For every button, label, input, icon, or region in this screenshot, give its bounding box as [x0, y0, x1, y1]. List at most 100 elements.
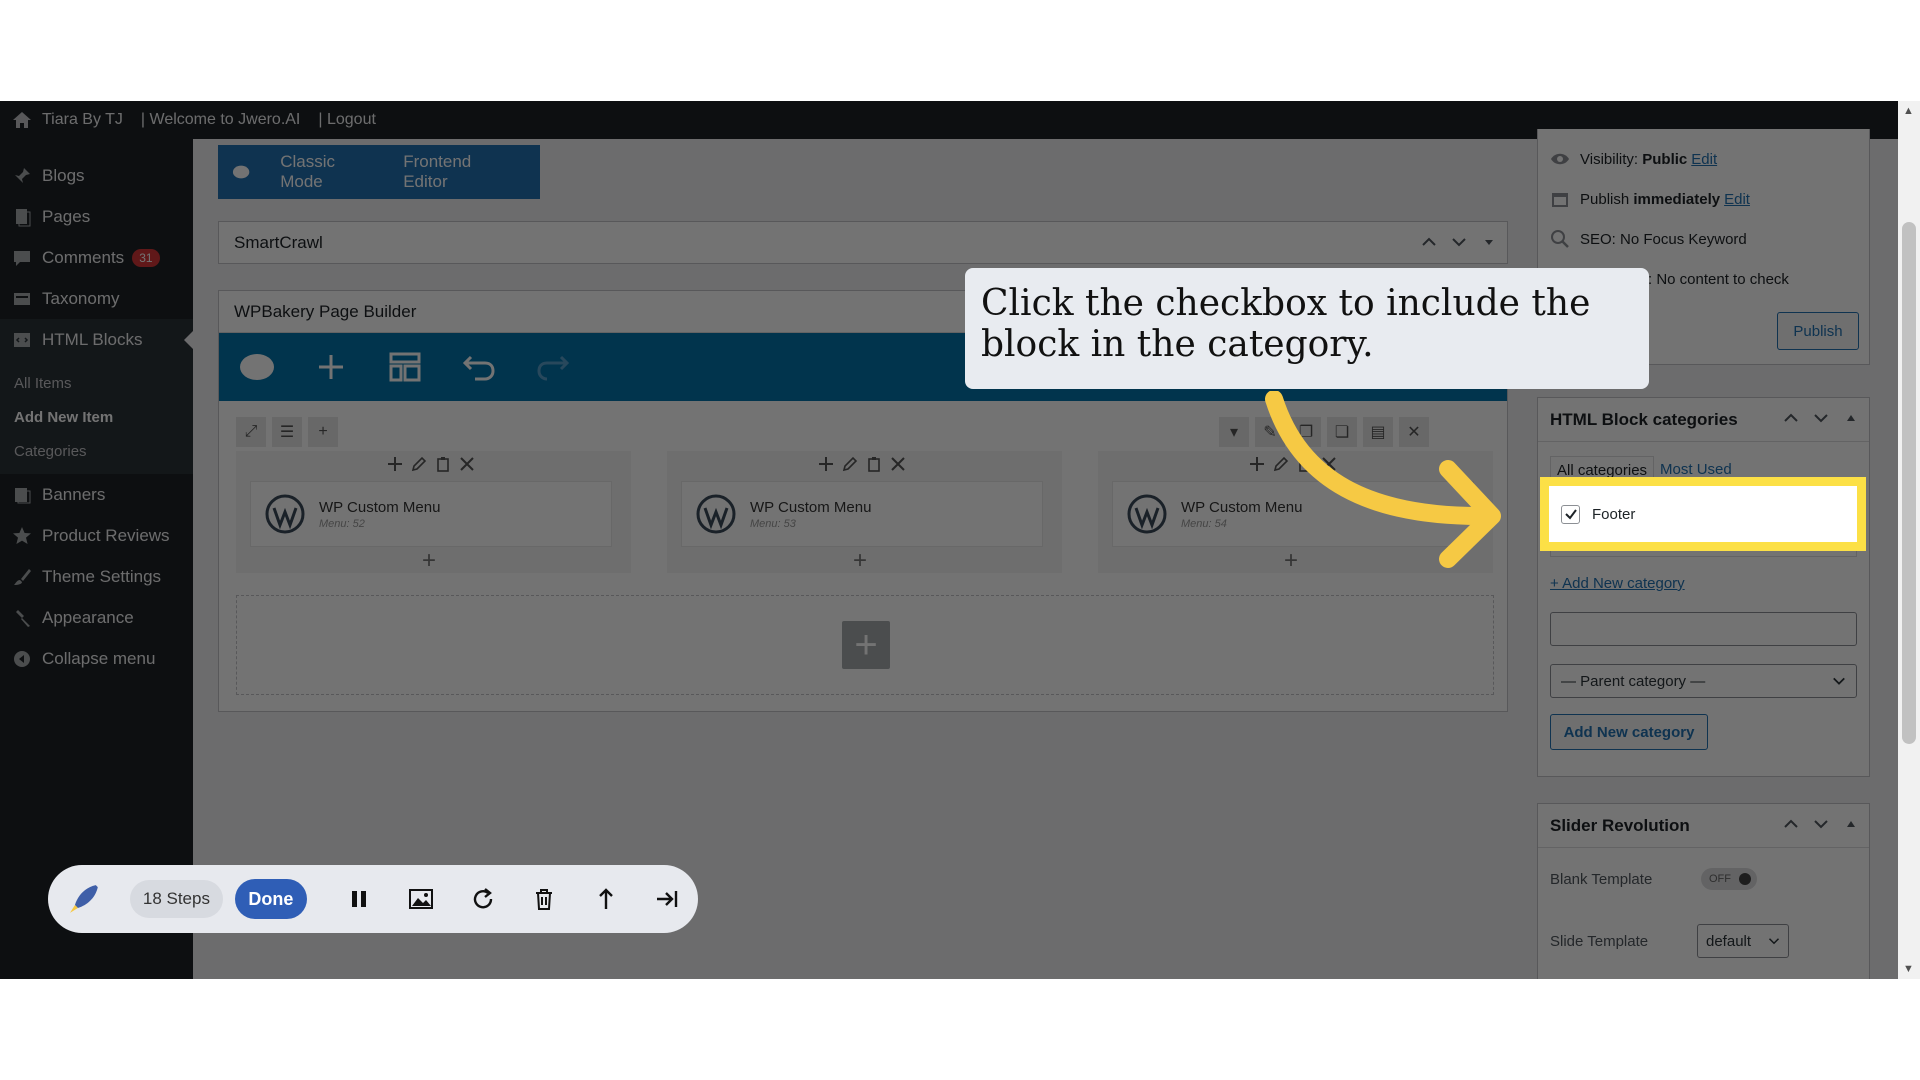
- redo-icon[interactable]: [535, 351, 571, 383]
- delete-step-button[interactable]: [513, 886, 575, 912]
- templates-icon[interactable]: [387, 351, 423, 383]
- close-icon[interactable]: [889, 455, 907, 473]
- caret-up-icon[interactable]: [1843, 816, 1859, 832]
- tutorial-callout: Click the checkbox to include the block …: [965, 268, 1649, 389]
- chevron-down-icon[interactable]: [1813, 816, 1829, 832]
- column-2: WP Custom Menu Menu: 53 +: [667, 451, 1062, 575]
- scrollbar-thumb[interactable]: [1902, 222, 1916, 744]
- slide-template-select[interactable]: default: [1697, 924, 1789, 958]
- footer-category-label: Footer: [1592, 505, 1636, 523]
- scroll-up-icon[interactable]: ▲: [1903, 105, 1914, 117]
- collapse-icon: [14, 650, 30, 667]
- expand-icon[interactable]: ⤢: [236, 417, 266, 447]
- redo-step-button[interactable]: [452, 886, 514, 912]
- add-column-icon[interactable]: +: [308, 417, 338, 447]
- skip-end-button[interactable]: [636, 886, 698, 912]
- banners-icon: [15, 487, 31, 503]
- welcome-link[interactable]: | Welcome to Jwero.AI: [141, 111, 300, 129]
- row-controls-left: ⤢ ☰ +: [236, 417, 338, 447]
- chevron-up-icon[interactable]: [1783, 816, 1799, 832]
- sidebar-item-html-blocks[interactable]: HTML Blocks: [0, 319, 193, 360]
- sidebar-item-label: Product Reviews: [42, 525, 170, 545]
- chevron-down-icon[interactable]: [1813, 410, 1829, 426]
- add-element-icon[interactable]: [313, 351, 349, 383]
- sidebar-item-theme-settings[interactable]: Theme Settings: [0, 556, 193, 597]
- pause-button[interactable]: [329, 886, 391, 912]
- close-icon[interactable]: [458, 455, 476, 473]
- home-icon[interactable]: [12, 110, 32, 130]
- smartcrawl-box: SmartCrawl: [218, 221, 1508, 264]
- chevron-down-icon: [1768, 938, 1780, 945]
- sidebar-item-label: Collapse menu: [42, 648, 156, 668]
- trash-icon: [536, 889, 553, 910]
- category-item-footer[interactable]: Footer: [1549, 486, 1857, 542]
- submenu-all-items[interactable]: All Items: [0, 366, 193, 400]
- sidebar-item-banners[interactable]: Banners: [0, 474, 193, 515]
- sidebar-collapse-menu[interactable]: Collapse menu: [0, 638, 193, 679]
- screen: Tiara By TJ | Welcome to Jwero.AI | Logo…: [0, 101, 1920, 979]
- add-new-category-link[interactable]: + Add New category: [1538, 575, 1869, 592]
- caret-down-icon[interactable]: ▾: [1219, 417, 1249, 447]
- chevron-up-icon[interactable]: [1783, 410, 1799, 426]
- sidebar-item-taxonomy[interactable]: Taxonomy: [0, 278, 193, 319]
- site-name-link[interactable]: Tiara By TJ: [42, 111, 123, 129]
- submenu-add-new-item[interactable]: Add New Item: [0, 400, 193, 434]
- sidebar-item-pages[interactable]: Pages: [0, 196, 193, 237]
- clipboard-icon[interactable]: [434, 455, 452, 473]
- pause-icon: [352, 891, 367, 907]
- skip-to-end-icon: [657, 891, 678, 907]
- column-layout-icon[interactable]: ☰: [272, 417, 302, 447]
- visibility-edit-link[interactable]: Edit: [1691, 151, 1717, 168]
- footer-category-checkbox[interactable]: [1561, 504, 1580, 524]
- sidebar-item-label: Blogs: [42, 165, 85, 185]
- submenu-categories[interactable]: Categories: [0, 434, 193, 468]
- add-row-plus-icon[interactable]: +: [842, 621, 890, 669]
- sidebar-item-blogs[interactable]: Blogs: [0, 155, 193, 196]
- comment-icon: [14, 250, 30, 266]
- screenshot-button[interactable]: [390, 886, 452, 912]
- frontend-editor-button[interactable]: Frontend Editor: [403, 152, 510, 192]
- clipboard-icon[interactable]: [865, 455, 883, 473]
- editor-sidebar: Visibility: Public Edit Publish immediat…: [1537, 129, 1874, 979]
- search-icon: [1551, 230, 1569, 248]
- caret-up-icon[interactable]: [1843, 410, 1859, 426]
- checkmark-icon: [1564, 509, 1577, 520]
- steps-count-badge[interactable]: 18 Steps: [129, 880, 224, 918]
- smartcrawl-title[interactable]: SmartCrawl: [219, 222, 1507, 264]
- add-new-category-button[interactable]: Add New category: [1550, 714, 1708, 750]
- comments-count-badge: 31: [132, 248, 160, 267]
- admin-sidebar: Blogs Pages Comments 31 Taxonomy HTML Bl…: [0, 139, 193, 979]
- rocket-icon[interactable]: [66, 881, 102, 917]
- wp-custom-menu-element[interactable]: WP Custom Menu Menu: 52: [250, 481, 612, 547]
- caret-down-icon[interactable]: [1481, 234, 1497, 250]
- pencil-icon[interactable]: [410, 455, 428, 473]
- chevron-up-icon[interactable]: [1421, 234, 1437, 250]
- pencil-icon[interactable]: [841, 455, 859, 473]
- chevron-down-icon[interactable]: [1451, 234, 1467, 250]
- logout-link[interactable]: | Logout: [318, 111, 376, 129]
- sidebar-item-product-reviews[interactable]: Product Reviews: [0, 515, 193, 556]
- sidebar-item-label: Comments: [42, 247, 125, 267]
- new-category-input[interactable]: [1550, 612, 1857, 646]
- blank-template-toggle[interactable]: OFF: [1701, 868, 1757, 890]
- refresh-icon: [473, 888, 492, 909]
- done-button[interactable]: Done: [235, 879, 307, 919]
- add-element-plus-icon[interactable]: +: [422, 547, 436, 575]
- element-title: WP Custom Menu: [319, 498, 441, 516]
- scroll-down-icon[interactable]: ▼: [1903, 963, 1914, 975]
- add-icon[interactable]: [386, 455, 404, 473]
- move-step-button[interactable]: [575, 886, 637, 912]
- parent-category-select[interactable]: — Parent category —: [1550, 664, 1857, 698]
- slide-template-value: default: [1706, 932, 1752, 950]
- add-icon[interactable]: [817, 455, 835, 473]
- undo-icon[interactable]: [461, 351, 497, 383]
- page-scrollbar[interactable]: ▲ ▼: [1898, 101, 1920, 979]
- sidebar-item-comments[interactable]: Comments 31: [0, 237, 193, 278]
- sidebar-item-label: HTML Blocks: [42, 329, 143, 349]
- sidebar-item-appearance[interactable]: Appearance: [0, 597, 193, 638]
- publish-date-edit-link[interactable]: Edit: [1724, 191, 1750, 208]
- classic-mode-button[interactable]: Classic Mode: [280, 152, 373, 192]
- add-element-plus-icon[interactable]: +: [853, 547, 867, 575]
- publish-button[interactable]: Publish: [1777, 312, 1859, 350]
- wp-custom-menu-element[interactable]: WP Custom Menu Menu: 53: [681, 481, 1043, 547]
